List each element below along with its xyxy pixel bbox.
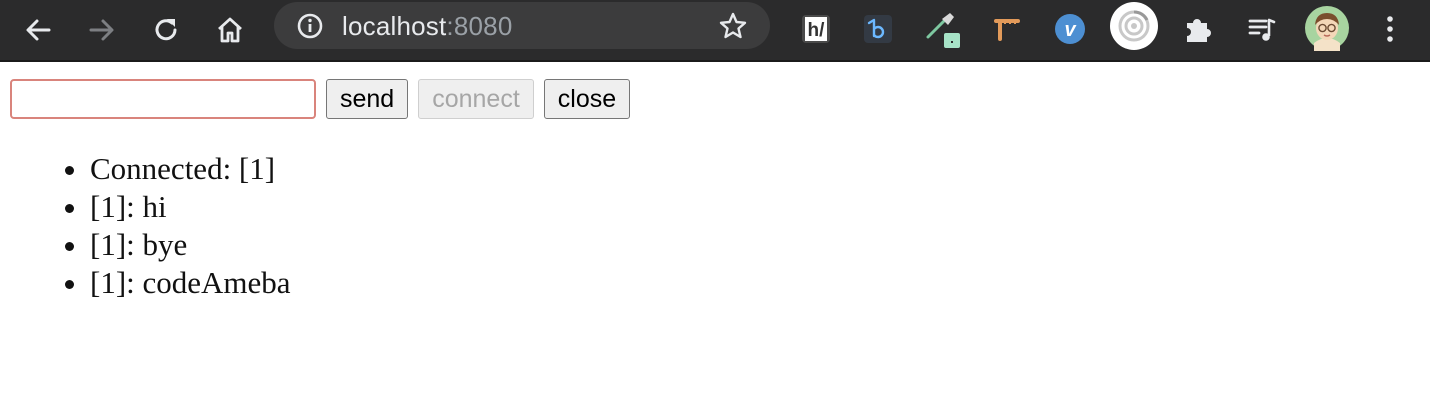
close-button[interactable]: close [543,79,631,119]
hh-extension-icon[interactable]: h/ [794,7,838,51]
connect-button[interactable]: connect [418,79,534,119]
profile-avatar[interactable] [1303,4,1351,52]
list-item: [1]: bye [90,226,291,264]
puzzle-icon[interactable] [1176,7,1220,51]
svg-text:h/: h/ [808,20,826,41]
address-bar[interactable]: localhost:8080 [274,2,770,49]
message-log: Connected: [1] [1]: hi [1]: bye [1]: cod… [52,150,291,302]
list-item: [1]: codeAmeba [90,264,291,302]
send-button[interactable]: send [326,79,409,119]
more-menu-icon[interactable] [1368,7,1412,51]
message-input[interactable] [10,79,316,119]
ruler-extension-icon[interactable] [984,7,1028,51]
target-extension-icon[interactable] [1110,2,1158,50]
back-arrow-icon[interactable] [18,10,58,50]
vimeo-extension-icon[interactable]: v [1048,7,1092,51]
reload-icon[interactable] [146,10,186,50]
home-icon[interactable] [210,10,250,50]
url-port: :8080 [446,11,513,41]
browser-toolbar: localhost:8080 h/ v [0,0,1430,62]
media-playlist-icon[interactable] [1240,7,1284,51]
star-icon[interactable] [718,11,748,41]
forward-arrow-icon[interactable] [82,10,122,50]
list-item: [1]: hi [90,188,291,226]
svg-text:v: v [1064,19,1077,41]
info-icon[interactable] [296,12,324,40]
eyedropper-extension-icon[interactable] [920,7,964,51]
url-text: localhost:8080 [342,11,513,41]
chat-controls: send connect close [10,79,640,119]
url-host: localhost [342,11,447,41]
b-extension-icon[interactable] [856,7,900,51]
list-item: Connected: [1] [90,150,291,188]
